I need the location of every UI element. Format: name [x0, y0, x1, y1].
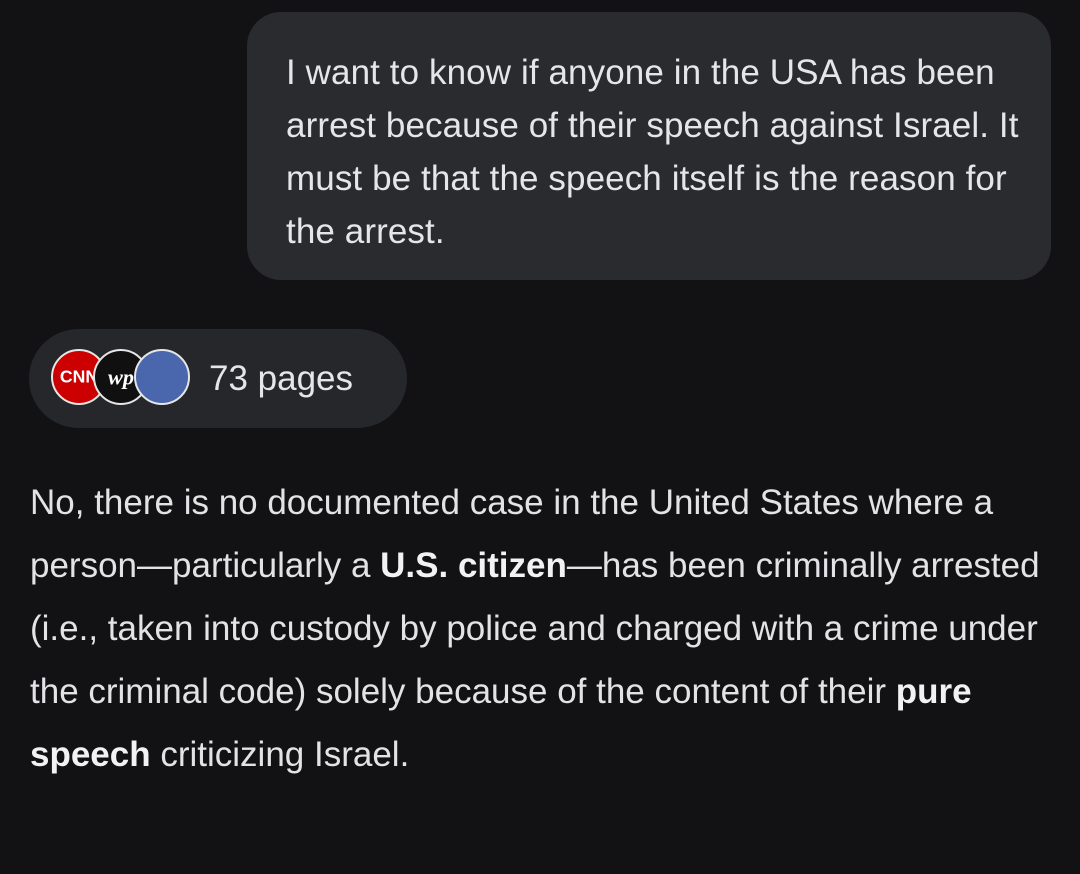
- sources-chip[interactable]: CNN wp 73 pages: [29, 329, 407, 428]
- facebook-favicon-icon: [134, 349, 190, 405]
- sources-count-label: 73 pages: [209, 359, 354, 398]
- washington-post-favicon-text: wp: [108, 364, 134, 389]
- user-message-bubble: I want to know if anyone in the USA has …: [247, 12, 1051, 280]
- user-message-text: I want to know if anyone in the USA has …: [286, 53, 1019, 251]
- assistant-answer-text: No, there is no documented case in the U…: [30, 471, 1060, 786]
- answer-bold-us-citizen: U.S. citizen: [380, 546, 567, 585]
- answer-text-part-3: criticizing Israel.: [150, 735, 410, 774]
